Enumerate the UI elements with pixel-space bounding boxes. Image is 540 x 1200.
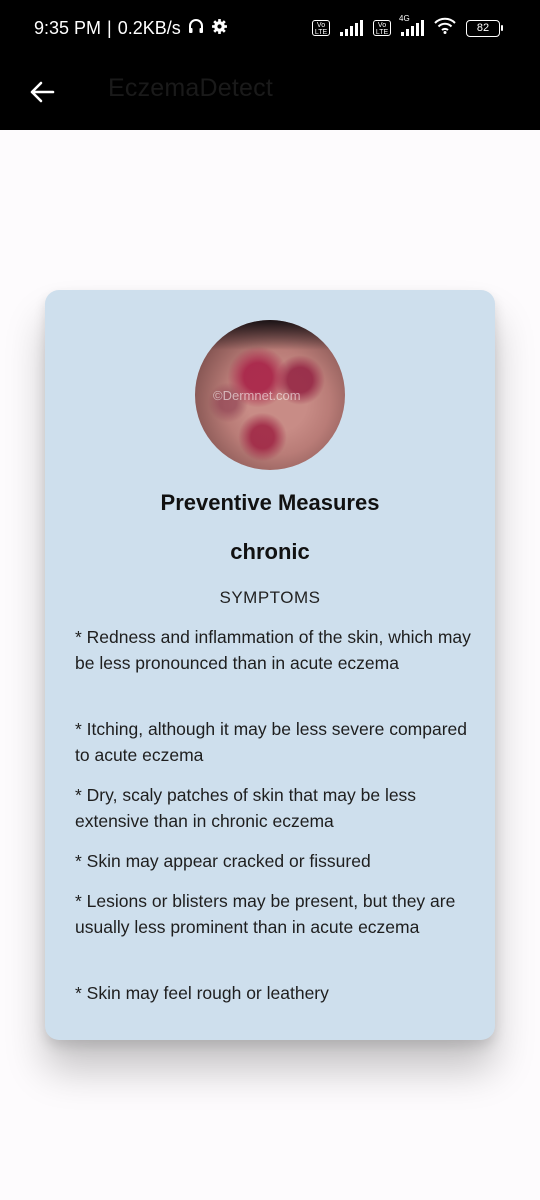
card-title: Preventive Measures (160, 490, 380, 515)
image-watermark: ©Dermnet.com (213, 388, 301, 403)
eczema-image: ©Dermnet.com (195, 320, 345, 470)
signal-icon-sim1 (340, 20, 363, 36)
symptom-item: * Skin may feel rough or leathery (75, 983, 329, 1003)
battery-icon: 82 (466, 19, 503, 37)
app-bar: EczemaDetect (0, 58, 540, 130)
wifi-icon (434, 17, 456, 39)
back-button[interactable] (22, 72, 62, 112)
symptom-item: * Redness and inflammation of the skin, … (75, 627, 471, 673)
signal-icon-sim2: 4G (399, 14, 424, 36)
volte-badge-sim1: Vo LTE (312, 20, 330, 36)
volte-badge-sim2: Vo LTE (373, 20, 391, 36)
status-separator: | (107, 18, 112, 38)
info-card: ©Dermnet.com Preventive Measures chronic… (45, 290, 495, 1040)
gear-icon (211, 18, 228, 40)
symptom-item: * Lesions or blisters may be present, bu… (75, 891, 456, 937)
status-time: 9:35 PM (34, 18, 102, 38)
image-shadow (195, 320, 345, 350)
symptom-item: * Dry, scaly patches of skin that may be… (75, 785, 417, 831)
symptom-item: * Itching, although it may be less sever… (75, 719, 468, 765)
status-right: Vo LTE Vo LTE 4G 82 (312, 14, 503, 39)
status-bar: 9:35 PM | 0.2KB/s Vo LTE Vo LTE 4G 82 (0, 0, 540, 58)
status-network-speed: 0.2KB/s (117, 18, 181, 38)
battery-level: 82 (476, 22, 490, 34)
app-title: EczemaDetect (108, 74, 273, 102)
eczema-type-label: chronic (230, 539, 310, 564)
network-type-label: 4G (399, 14, 410, 23)
symptom-item: * Skin may appear cracked or fissured (75, 851, 371, 871)
arrow-left-icon (30, 81, 55, 103)
symptoms-heading: SYMPTOMS (219, 588, 321, 607)
headphones-icon (187, 17, 205, 40)
status-left: 9:35 PM | 0.2KB/s (34, 17, 228, 40)
